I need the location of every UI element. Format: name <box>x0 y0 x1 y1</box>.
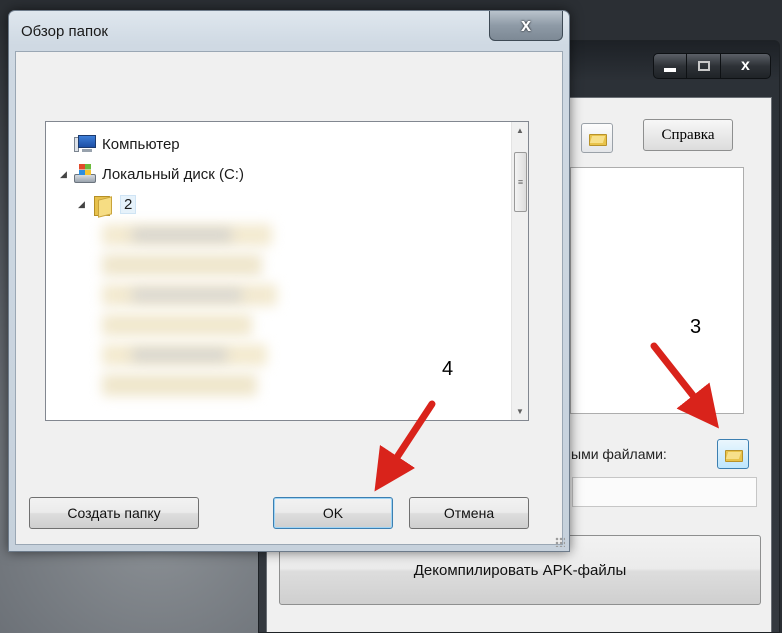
close-button[interactable]: x <box>721 53 771 79</box>
tree-item-computer[interactable]: Компьютер <box>60 132 180 156</box>
open-folder-button[interactable] <box>581 123 613 153</box>
blurred-tree-label <box>132 350 227 360</box>
cancel-button[interactable]: Отмена <box>409 497 529 529</box>
blurred-tree-item <box>102 374 257 396</box>
maximize-button[interactable] <box>687 53 721 79</box>
scroll-down-arrow-icon[interactable]: ▼ <box>512 403 528 420</box>
tree-scrollbar[interactable]: ▲ ≡ ▼ <box>511 122 528 420</box>
window-caption-buttons: x <box>653 53 771 79</box>
collapse-arrow-icon[interactable]: ◢ <box>78 199 88 210</box>
output-path-field[interactable] <box>572 477 757 507</box>
output-folder-label: ыми файлами: <box>571 446 667 462</box>
step-3-label: 3 <box>690 316 702 338</box>
minimize-button[interactable] <box>653 53 687 79</box>
resize-grip-icon[interactable] <box>555 537 565 547</box>
blurred-tree-item <box>102 254 262 276</box>
dialog-close-button[interactable]: x <box>489 11 563 41</box>
help-button[interactable]: Справка <box>643 119 733 151</box>
dialog-title: Обзор папок <box>21 23 108 40</box>
browse-output-folder-button[interactable] <box>717 439 749 469</box>
folder-icon <box>589 132 607 146</box>
scroll-thumb[interactable]: ≡ <box>514 152 527 212</box>
blurred-tree-item <box>102 314 252 336</box>
blurred-tree-label <box>132 230 232 240</box>
folder-icon <box>92 194 114 216</box>
tree-item-label: Компьютер <box>102 135 180 153</box>
new-folder-button[interactable]: Создать папку <box>29 497 199 529</box>
collapse-arrow-icon[interactable]: ◢ <box>60 169 70 180</box>
minimize-icon <box>664 68 676 72</box>
folder-icon <box>725 448 743 462</box>
tree-item-folder-2[interactable]: ◢ 2 <box>78 192 137 216</box>
step-4-label: 4 <box>442 358 454 380</box>
maximize-icon <box>697 61 710 71</box>
blurred-tree-label <box>132 290 242 300</box>
log-textarea[interactable] <box>570 167 744 414</box>
browse-folder-dialog: Обзор папок x Компьютер ◢ Локальный диск… <box>8 10 570 552</box>
ok-button[interactable]: OK <box>273 497 393 529</box>
computer-icon <box>74 135 96 153</box>
folder-tree[interactable]: Компьютер ◢ Локальный диск (C:) ◢ 2 ▲ ≡ … <box>45 121 529 421</box>
drive-icon <box>74 164 96 184</box>
tree-item-label: 2 <box>120 194 137 214</box>
tree-item-label: Локальный диск (C:) <box>102 165 244 183</box>
scroll-up-arrow-icon[interactable]: ▲ <box>512 122 528 139</box>
tree-item-local-disk[interactable]: ◢ Локальный диск (C:) <box>60 162 244 186</box>
